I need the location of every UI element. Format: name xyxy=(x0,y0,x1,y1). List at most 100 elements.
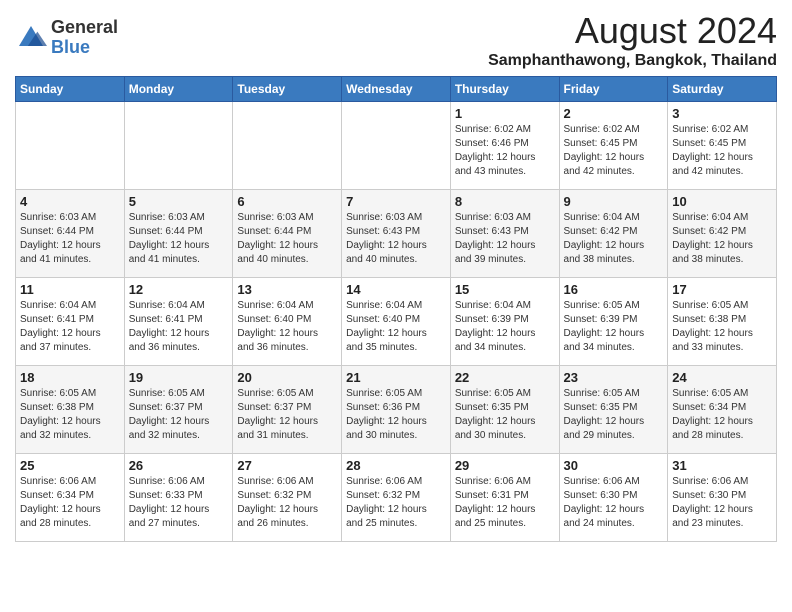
day-info: Sunrise: 6:03 AM Sunset: 6:44 PM Dayligh… xyxy=(20,211,120,267)
day-header-sunday: Sunday xyxy=(16,77,125,102)
day-info: Sunrise: 6:03 AM Sunset: 6:44 PM Dayligh… xyxy=(129,211,229,267)
calendar-cell xyxy=(124,102,233,190)
calendar-cell: 16 Sunrise: 6:05 AM Sunset: 6:39 PM Dayli… xyxy=(559,278,668,366)
day-number: 21 xyxy=(346,370,446,385)
day-number: 1 xyxy=(455,106,555,121)
day-info: Sunrise: 6:05 AM Sunset: 6:38 PM Dayligh… xyxy=(672,299,772,355)
day-number: 6 xyxy=(237,194,337,209)
day-info: Sunrise: 6:02 AM Sunset: 6:45 PM Dayligh… xyxy=(672,123,772,179)
calendar-cell: 28 Sunrise: 6:06 AM Sunset: 6:32 PM Dayli… xyxy=(342,454,451,542)
day-number: 8 xyxy=(455,194,555,209)
logo-icon xyxy=(15,22,47,54)
calendar-cell: 12 Sunrise: 6:04 AM Sunset: 6:41 PM Dayli… xyxy=(124,278,233,366)
month-year-title: August 2024 xyxy=(488,10,777,52)
day-number: 13 xyxy=(237,282,337,297)
day-info: Sunrise: 6:06 AM Sunset: 6:32 PM Dayligh… xyxy=(237,475,337,531)
calendar-cell: 29 Sunrise: 6:06 AM Sunset: 6:31 PM Dayli… xyxy=(450,454,559,542)
week-row-4: 18 Sunrise: 6:05 AM Sunset: 6:38 PM Dayli… xyxy=(16,366,777,454)
day-number: 29 xyxy=(455,458,555,473)
calendar-cell xyxy=(16,102,125,190)
day-info: Sunrise: 6:04 AM Sunset: 6:41 PM Dayligh… xyxy=(20,299,120,355)
calendar-cell: 4 Sunrise: 6:03 AM Sunset: 6:44 PM Daylig… xyxy=(16,190,125,278)
calendar-cell: 19Sunrise: 6:05 AM Sunset: 6:37 PM Dayli… xyxy=(124,366,233,454)
day-number: 9 xyxy=(564,194,664,209)
day-number: 18 xyxy=(20,370,120,385)
day-info: Sunrise: 6:03 AM Sunset: 6:43 PM Dayligh… xyxy=(346,211,446,267)
calendar-cell: 7Sunrise: 6:03 AM Sunset: 6:43 PM Daylig… xyxy=(342,190,451,278)
calendar-cell: 21Sunrise: 6:05 AM Sunset: 6:36 PM Dayli… xyxy=(342,366,451,454)
calendar-cell: 14 Sunrise: 6:04 AM Sunset: 6:40 PM Dayli… xyxy=(342,278,451,366)
day-info: Sunrise: 6:05 AM Sunset: 6:38 PM Dayligh… xyxy=(20,387,120,443)
calendar-cell: 5Sunrise: 6:03 AM Sunset: 6:44 PM Daylig… xyxy=(124,190,233,278)
day-info: Sunrise: 6:06 AM Sunset: 6:33 PM Dayligh… xyxy=(129,475,229,531)
day-number: 15 xyxy=(455,282,555,297)
calendar-cell: 17 Sunrise: 6:05 AM Sunset: 6:38 PM Dayli… xyxy=(668,278,777,366)
calendar-header: SundayMondayTuesdayWednesdayThursdayFrid… xyxy=(16,77,777,102)
day-info: Sunrise: 6:04 AM Sunset: 6:42 PM Dayligh… xyxy=(672,211,772,267)
logo-general: General xyxy=(51,18,118,38)
logo-text: General Blue xyxy=(51,18,118,58)
day-number: 12 xyxy=(129,282,229,297)
title-block: August 2024 Samphanthawong, Bangkok, Tha… xyxy=(488,10,777,70)
calendar-cell: 30 Sunrise: 6:06 AM Sunset: 6:30 PM Dayli… xyxy=(559,454,668,542)
day-info: Sunrise: 6:06 AM Sunset: 6:30 PM Dayligh… xyxy=(672,475,772,531)
day-number: 28 xyxy=(346,458,446,473)
day-number: 4 xyxy=(20,194,120,209)
calendar-cell: 25Sunrise: 6:06 AM Sunset: 6:34 PM Dayli… xyxy=(16,454,125,542)
calendar-cell: 23Sunrise: 6:05 AM Sunset: 6:35 PM Dayli… xyxy=(559,366,668,454)
calendar-cell: 13 Sunrise: 6:04 AM Sunset: 6:40 PM Dayli… xyxy=(233,278,342,366)
page-header: General Blue August 2024 Samphanthawong,… xyxy=(15,10,777,70)
day-number: 16 xyxy=(564,282,664,297)
day-info: Sunrise: 6:05 AM Sunset: 6:35 PM Dayligh… xyxy=(455,387,555,443)
day-header-monday: Monday xyxy=(124,77,233,102)
calendar-cell: 3 Sunrise: 6:02 AM Sunset: 6:45 PM Daylig… xyxy=(668,102,777,190)
day-number: 20 xyxy=(237,370,337,385)
calendar-cell: 31 Sunrise: 6:06 AM Sunset: 6:30 PM Dayli… xyxy=(668,454,777,542)
day-info: Sunrise: 6:04 AM Sunset: 6:39 PM Dayligh… xyxy=(455,299,555,355)
day-header-wednesday: Wednesday xyxy=(342,77,451,102)
day-number: 17 xyxy=(672,282,772,297)
day-info: Sunrise: 6:04 AM Sunset: 6:40 PM Dayligh… xyxy=(237,299,337,355)
calendar-cell: 18 Sunrise: 6:05 AM Sunset: 6:38 PM Dayli… xyxy=(16,366,125,454)
day-info: Sunrise: 6:06 AM Sunset: 6:30 PM Dayligh… xyxy=(564,475,664,531)
calendar-table: SundayMondayTuesdayWednesdayThursdayFrid… xyxy=(15,76,777,542)
day-number: 26 xyxy=(129,458,229,473)
calendar-cell: 26 Sunrise: 6:06 AM Sunset: 6:33 PM Dayli… xyxy=(124,454,233,542)
day-number: 3 xyxy=(672,106,772,121)
calendar-cell: 9Sunrise: 6:04 AM Sunset: 6:42 PM Daylig… xyxy=(559,190,668,278)
calendar-cell: 20 Sunrise: 6:05 AM Sunset: 6:37 PM Dayli… xyxy=(233,366,342,454)
day-number: 10 xyxy=(672,194,772,209)
calendar-cell: 24Sunrise: 6:05 AM Sunset: 6:34 PM Dayli… xyxy=(668,366,777,454)
day-info: Sunrise: 6:06 AM Sunset: 6:32 PM Dayligh… xyxy=(346,475,446,531)
logo-blue: Blue xyxy=(51,38,118,58)
day-info: Sunrise: 6:04 AM Sunset: 6:41 PM Dayligh… xyxy=(129,299,229,355)
calendar-cell: 22 Sunrise: 6:05 AM Sunset: 6:35 PM Dayli… xyxy=(450,366,559,454)
day-number: 22 xyxy=(455,370,555,385)
day-info: Sunrise: 6:03 AM Sunset: 6:43 PM Dayligh… xyxy=(455,211,555,267)
day-info: Sunrise: 6:06 AM Sunset: 6:31 PM Dayligh… xyxy=(455,475,555,531)
day-number: 27 xyxy=(237,458,337,473)
day-header-thursday: Thursday xyxy=(450,77,559,102)
calendar-cell: 15 Sunrise: 6:04 AM Sunset: 6:39 PM Dayli… xyxy=(450,278,559,366)
calendar-cell: 8 Sunrise: 6:03 AM Sunset: 6:43 PM Daylig… xyxy=(450,190,559,278)
calendar-cell: 2Sunrise: 6:02 AM Sunset: 6:45 PM Daylig… xyxy=(559,102,668,190)
logo: General Blue xyxy=(15,18,118,58)
day-info: Sunrise: 6:05 AM Sunset: 6:39 PM Dayligh… xyxy=(564,299,664,355)
calendar-cell xyxy=(342,102,451,190)
calendar-cell xyxy=(233,102,342,190)
day-number: 25 xyxy=(20,458,120,473)
day-number: 2 xyxy=(564,106,664,121)
day-number: 31 xyxy=(672,458,772,473)
calendar-cell: 6 Sunrise: 6:03 AM Sunset: 6:44 PM Daylig… xyxy=(233,190,342,278)
day-info: Sunrise: 6:04 AM Sunset: 6:40 PM Dayligh… xyxy=(346,299,446,355)
day-info: Sunrise: 6:05 AM Sunset: 6:34 PM Dayligh… xyxy=(672,387,772,443)
day-number: 14 xyxy=(346,282,446,297)
day-number: 30 xyxy=(564,458,664,473)
day-info: Sunrise: 6:03 AM Sunset: 6:44 PM Dayligh… xyxy=(237,211,337,267)
day-info: Sunrise: 6:05 AM Sunset: 6:35 PM Dayligh… xyxy=(564,387,664,443)
calendar-cell: 10 Sunrise: 6:04 AM Sunset: 6:42 PM Dayli… xyxy=(668,190,777,278)
week-row-1: 1Sunrise: 6:02 AM Sunset: 6:46 PM Daylig… xyxy=(16,102,777,190)
header-row: SundayMondayTuesdayWednesdayThursdayFrid… xyxy=(16,77,777,102)
day-info: Sunrise: 6:05 AM Sunset: 6:37 PM Dayligh… xyxy=(237,387,337,443)
location-subtitle: Samphanthawong, Bangkok, Thailand xyxy=(488,52,777,70)
